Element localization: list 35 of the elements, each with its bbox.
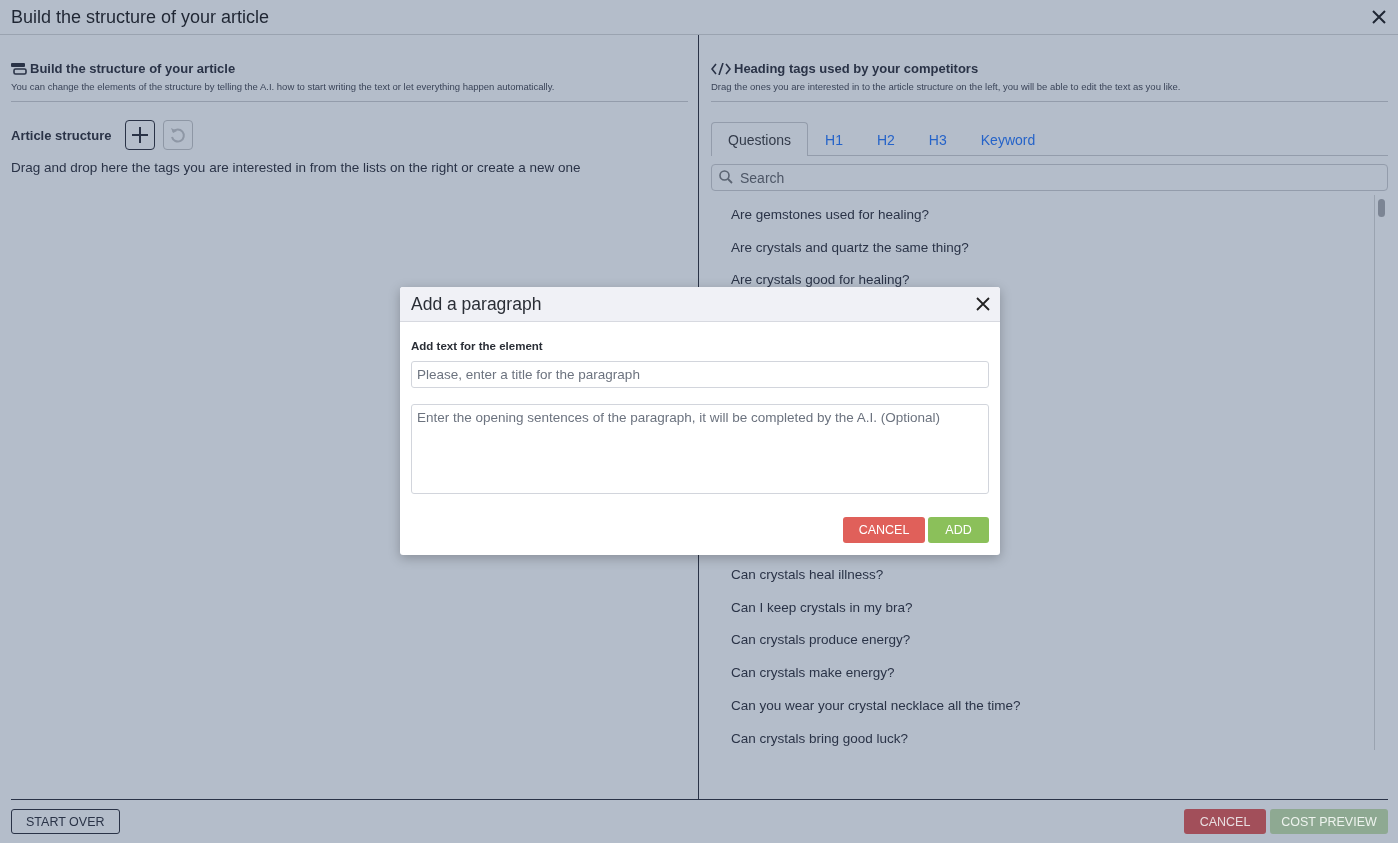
close-button[interactable] xyxy=(976,297,990,311)
add-button[interactable] xyxy=(125,120,156,150)
start-over-button[interactable]: START OVER xyxy=(11,809,120,834)
question-item[interactable]: Can I keep crystals in my bra? xyxy=(731,597,1354,631)
close-button[interactable] xyxy=(1371,9,1387,25)
text-input-field[interactable]: Enter the opening sentences of the paragraph, it will be completed by the A.I. (Optional) xyxy=(411,404,989,494)
close-icon xyxy=(976,297,990,311)
plus-icon xyxy=(131,126,150,144)
section-title: Heading tags used by your competitors xyxy=(734,61,979,76)
question-item[interactable]: Can crystals heal illness? xyxy=(731,565,1354,598)
window-title: Build the structure of your article xyxy=(11,6,270,28)
scrollbar-thumb[interactable] xyxy=(1378,199,1385,217)
question-item[interactable]: Can crystals make energy? xyxy=(731,663,1354,696)
question-item[interactable]: Are gemstones used for healing? xyxy=(731,205,1354,238)
tab[interactable]: Questions xyxy=(711,122,809,156)
drop-hint: Drag and drop here the tags you are interested in from the lists on the right or create a new one xyxy=(11,160,582,175)
section-description: Drag the ones you are interested in to the article structure on the left, you will be able to edit the text as you like. xyxy=(711,81,1182,92)
stack-icon xyxy=(11,62,27,75)
undo-icon xyxy=(169,126,188,144)
question-item[interactable]: Are crystals and quartz the same thing? xyxy=(731,237,1354,271)
search-icon xyxy=(719,170,733,184)
code-icon xyxy=(711,62,731,75)
title-input-field[interactable]: Please, enter a title for the paragraph xyxy=(411,361,989,388)
question-item[interactable]: Can crystals produce energy? xyxy=(731,630,1354,664)
field-label: Add text for the element xyxy=(411,340,544,352)
article-structure-label: Article structure xyxy=(11,127,112,143)
section-description: You can change the elements of the structure by telling the A.I. how to start writing the text or let everything happen automatically. xyxy=(11,81,556,92)
section-title: Build the structure of your article xyxy=(30,61,236,76)
cancel-button[interactable]: CANCEL xyxy=(1184,809,1266,834)
dialog-title: Add a paragraph xyxy=(411,293,542,315)
search-field[interactable]: Search xyxy=(711,164,1388,191)
cancel-button[interactable]: CANCEL xyxy=(843,517,925,543)
question-item[interactable]: Can crystals bring good luck? xyxy=(731,728,1354,762)
close-icon xyxy=(1371,9,1387,25)
question-item[interactable]: Can you wear your crystal necklace all the time? xyxy=(731,695,1354,729)
